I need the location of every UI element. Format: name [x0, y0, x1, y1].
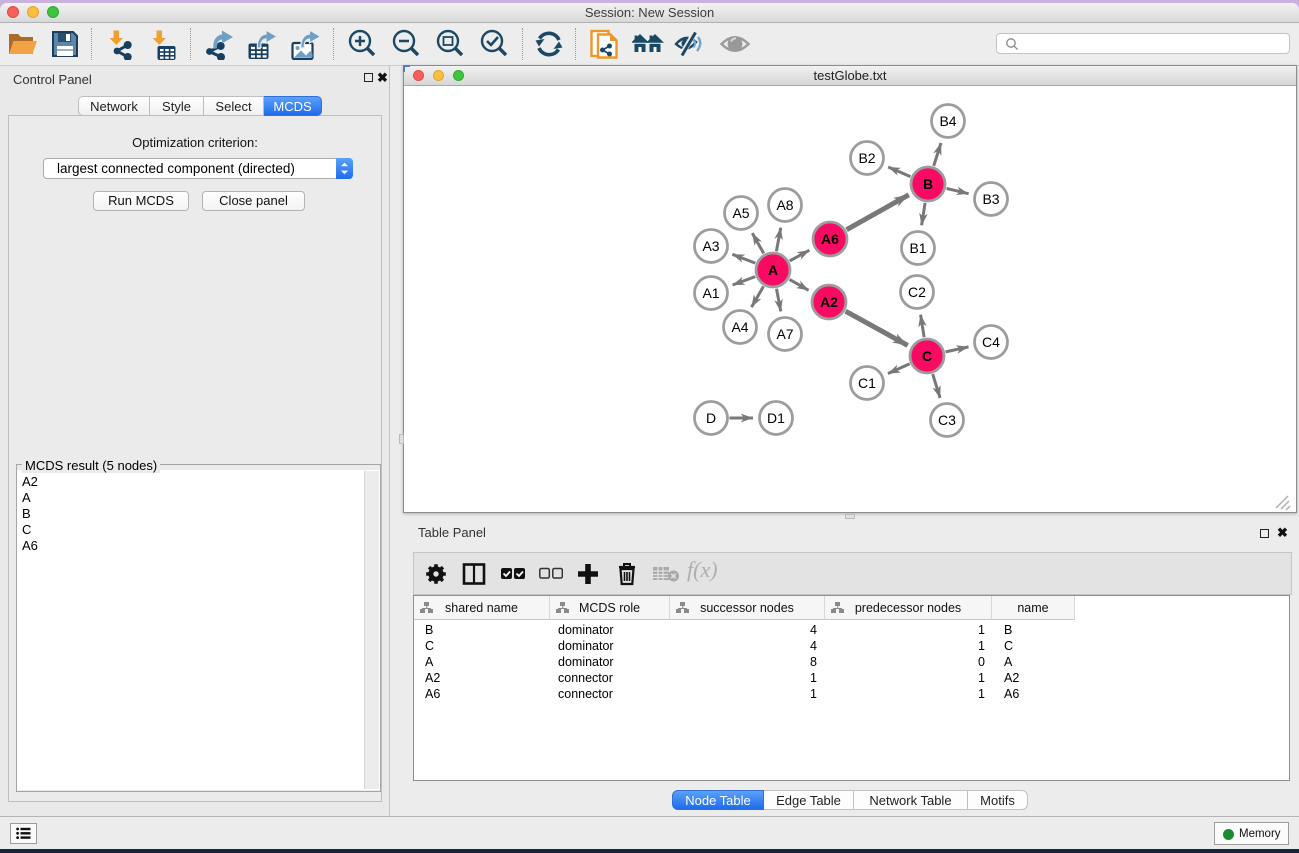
svg-text:A5: A5 — [732, 205, 749, 221]
svg-text:D1: D1 — [767, 410, 785, 426]
svg-text:B4: B4 — [939, 113, 956, 129]
svg-text:A8: A8 — [776, 197, 793, 213]
svg-text:C4: C4 — [982, 334, 1000, 350]
svg-text:B3: B3 — [982, 191, 999, 207]
svg-text:C: C — [922, 348, 932, 364]
svg-text:A6: A6 — [821, 231, 839, 247]
svg-text:B1: B1 — [909, 240, 926, 256]
svg-text:C2: C2 — [908, 284, 926, 300]
svg-text:B2: B2 — [858, 150, 875, 166]
svg-text:D: D — [706, 410, 716, 426]
svg-text:A4: A4 — [731, 319, 748, 335]
svg-text:A1: A1 — [702, 285, 719, 301]
svg-text:C1: C1 — [858, 375, 876, 391]
svg-text:C3: C3 — [938, 412, 956, 428]
svg-text:B: B — [923, 176, 933, 192]
svg-text:A2: A2 — [820, 294, 838, 310]
svg-text:A3: A3 — [702, 238, 719, 254]
svg-text:A7: A7 — [776, 326, 793, 342]
svg-text:A: A — [768, 262, 778, 278]
